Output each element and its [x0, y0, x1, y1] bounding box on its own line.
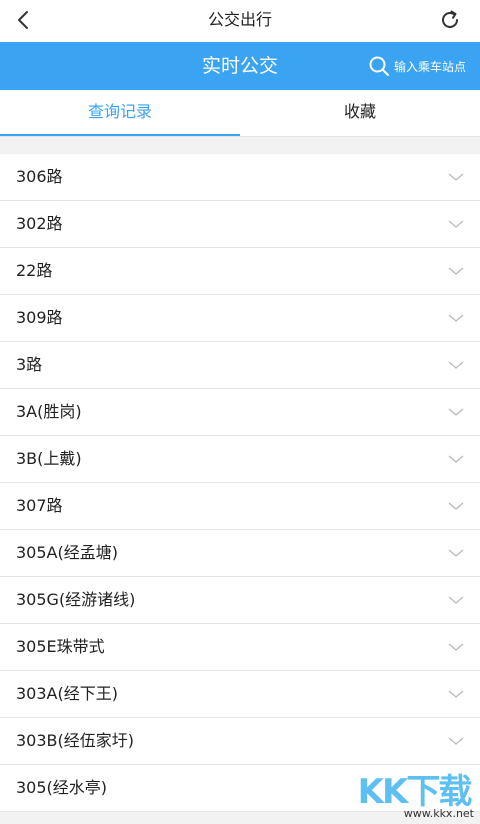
route-row[interactable]: 307路: [0, 483, 480, 530]
refresh-icon[interactable]: [438, 8, 462, 32]
tab-bar: 查询记录 收藏: [0, 90, 480, 137]
chevron-down-icon: [448, 737, 464, 745]
route-label: 305E珠带式: [16, 637, 105, 656]
route-label: 3路: [16, 355, 43, 374]
route-row[interactable]: 305E珠带式: [0, 624, 480, 671]
chevron-down-icon: [448, 455, 464, 463]
route-label: 305G(经游诸线): [16, 590, 136, 609]
chevron-down-icon: [448, 549, 464, 557]
route-label: 305A(经孟塘): [16, 543, 118, 562]
route-row[interactable]: 3B(上戴): [0, 436, 480, 483]
route-label: 303A(经下王): [16, 684, 118, 703]
chevron-down-icon: [448, 361, 464, 369]
search-icon: [369, 56, 389, 76]
route-label: 309路: [16, 308, 63, 327]
route-row[interactable]: 303B(经伍家圩): [0, 718, 480, 765]
chevron-down-icon: [448, 502, 464, 510]
chevron-down-icon: [448, 596, 464, 604]
route-row[interactable]: 3A(胜岗): [0, 389, 480, 436]
page-title: 公交出行: [207, 10, 272, 29]
route-row[interactable]: 309路: [0, 295, 480, 342]
route-label: 306路: [16, 167, 63, 186]
route-label: 302路: [16, 214, 63, 233]
search-stop-button[interactable]: 输入乘车站点: [368, 54, 466, 78]
route-row[interactable]: 305G(经游诸线): [0, 577, 480, 624]
chevron-down-icon: [448, 314, 464, 322]
top-bar: 公交出行: [0, 0, 480, 42]
route-label: 3A(胜岗): [16, 402, 82, 421]
route-row[interactable]: 22路: [0, 248, 480, 295]
chevron-down-icon: [448, 267, 464, 275]
search-label: 输入乘车站点: [393, 59, 466, 74]
tab-history[interactable]: 查询记录: [0, 90, 240, 136]
route-row[interactable]: 302路: [0, 201, 480, 248]
route-row[interactable]: 305A(经孟塘): [0, 530, 480, 577]
route-label: 305(经水亭): [16, 778, 108, 797]
chevron-down-icon: [448, 220, 464, 228]
route-row[interactable]: 306路: [0, 154, 480, 201]
route-label: 3B(上戴): [16, 449, 82, 468]
chevron-down-icon: [448, 690, 464, 698]
realtime-bus-banner: 实时公交 输入乘车站点: [0, 42, 480, 90]
watermark: KK下载 www.kkx.net: [354, 764, 474, 822]
watermark-url: www.kkx.net: [403, 807, 474, 820]
watermark-logo-text: KK下载: [357, 772, 473, 812]
route-row[interactable]: 3路: [0, 342, 480, 389]
chevron-down-icon: [448, 408, 464, 416]
chevron-down-icon: [448, 173, 464, 181]
chevron-down-icon: [448, 643, 464, 651]
route-list: 306路 302路 22路 309路 3路 3A(胜岗) 3B(上戴) 307路…: [0, 154, 480, 812]
route-label: 303B(经伍家圩): [16, 731, 135, 750]
route-label: 307路: [16, 496, 63, 515]
route-label: 22路: [16, 261, 53, 280]
route-row[interactable]: 303A(经下王): [0, 671, 480, 718]
tab-favorites[interactable]: 收藏: [240, 90, 480, 136]
